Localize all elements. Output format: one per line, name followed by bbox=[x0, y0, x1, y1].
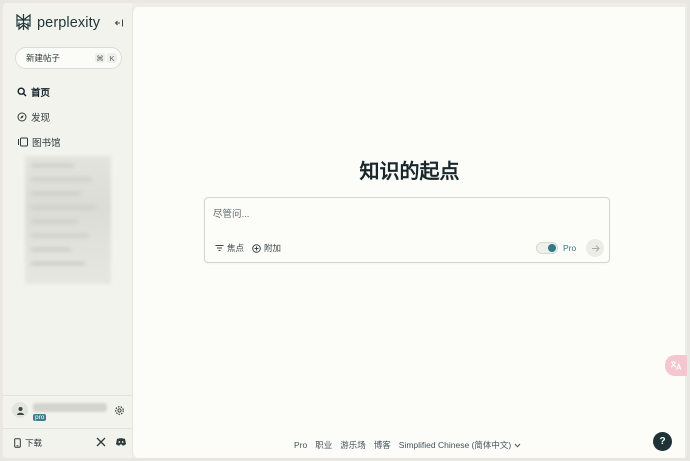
sidebar-item-label: 图书馆 bbox=[32, 138, 61, 149]
translate-extension-tab[interactable] bbox=[665, 355, 687, 376]
chevron-down-icon bbox=[514, 443, 521, 448]
new-thread-label: 新建帖子 bbox=[26, 53, 61, 63]
settings-button[interactable] bbox=[114, 405, 126, 417]
user-icon bbox=[16, 406, 24, 415]
brand-name: perplexity bbox=[37, 15, 101, 31]
brand-logo[interactable]: perplexity bbox=[15, 13, 100, 33]
discord-link[interactable] bbox=[115, 437, 127, 447]
pro-toggle-knob bbox=[548, 244, 556, 252]
sidebar-item-home[interactable]: 首页 bbox=[17, 85, 50, 99]
sidebar-item-label: 发现 bbox=[31, 113, 51, 124]
username-blurred bbox=[33, 403, 107, 412]
sidebar-item-library[interactable]: 图书馆 bbox=[17, 135, 61, 149]
collapse-icon bbox=[114, 19, 123, 27]
language-label: Simplified Chinese (简体中文) bbox=[398, 440, 512, 450]
search-input[interactable] bbox=[213, 207, 573, 221]
avatar[interactable] bbox=[12, 402, 28, 418]
submit-button[interactable] bbox=[586, 239, 604, 257]
x-twitter-link[interactable] bbox=[96, 437, 106, 447]
compass-icon bbox=[17, 112, 27, 122]
perplexity-logo-icon bbox=[15, 13, 32, 33]
search-icon bbox=[17, 87, 27, 97]
translate-icon bbox=[670, 361, 682, 371]
pro-badge: pro bbox=[33, 414, 47, 421]
filter-icon bbox=[215, 245, 224, 251]
footer-link-blog[interactable]: 博客 bbox=[374, 439, 391, 451]
gear-icon bbox=[115, 406, 124, 415]
discord-icon bbox=[116, 438, 126, 446]
pro-toggle[interactable] bbox=[536, 242, 558, 254]
arrow-right-icon bbox=[591, 244, 600, 252]
sidebar-item-discover[interactable]: 发现 bbox=[17, 110, 50, 124]
shortcut-k-key: K bbox=[107, 53, 117, 63]
language-selector[interactable]: Simplified Chinese (简体中文) bbox=[399, 439, 521, 451]
new-thread-button[interactable]: 新建帖子 ⌘ K bbox=[15, 47, 122, 69]
focus-button[interactable]: 焦点 bbox=[215, 242, 244, 254]
sidebar-divider bbox=[3, 428, 132, 429]
ask-box: 焦点 附加 Pro bbox=[204, 197, 610, 263]
main-panel: 知识的起点 焦点 附加 Pro bbox=[132, 7, 685, 458]
download-label: 下载 bbox=[25, 438, 43, 448]
attach-button[interactable]: 附加 bbox=[252, 242, 281, 254]
plus-circle-icon bbox=[252, 243, 261, 253]
sidebar-divider bbox=[3, 395, 132, 396]
shortcut-command-key: ⌘ bbox=[95, 53, 105, 63]
footer-link-pro[interactable]: Pro bbox=[294, 440, 307, 450]
help-button[interactable]: ? bbox=[653, 432, 672, 451]
library-thread-list bbox=[31, 163, 103, 278]
download-app-link[interactable]: 下载 bbox=[14, 437, 42, 449]
pro-label: Pro bbox=[563, 243, 577, 253]
footer-link-playground[interactable]: 游乐场 bbox=[340, 439, 366, 451]
app-window: perplexity 新建帖子 ⌘ K 首页 发现 图书馆 pro 下载 知识的… bbox=[3, 3, 687, 458]
focus-label: 焦点 bbox=[227, 243, 245, 253]
attach-label: 附加 bbox=[264, 243, 282, 253]
page-title: 知识的起点 bbox=[359, 159, 460, 183]
library-icon bbox=[18, 137, 28, 147]
collapse-sidebar-button[interactable] bbox=[113, 17, 125, 29]
x-logo-icon bbox=[96, 437, 106, 447]
sidebar: perplexity 新建帖子 ⌘ K 首页 发现 图书馆 pro 下载 bbox=[3, 3, 132, 458]
phone-icon bbox=[14, 438, 21, 448]
sidebar-item-label: 首页 bbox=[31, 88, 51, 99]
footer-links: Pro 职业 游乐场 博客 Simplified Chinese (简体中文) bbox=[294, 439, 521, 451]
footer-link-careers[interactable]: 职业 bbox=[315, 439, 332, 451]
